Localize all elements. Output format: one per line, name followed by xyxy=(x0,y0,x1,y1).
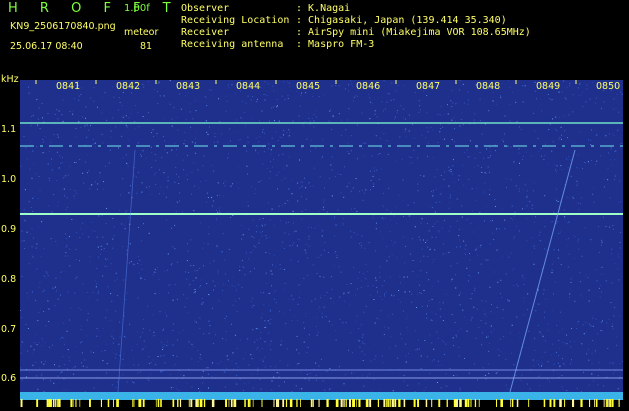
y-unit-label: kHz xyxy=(1,74,19,85)
drift-trace-1 xyxy=(510,150,575,392)
x-tick-0842: 0842 xyxy=(116,81,140,92)
echo-strip-svg xyxy=(20,399,623,407)
spectrogram-svg xyxy=(20,80,623,392)
app-version: 1.00f xyxy=(124,3,150,15)
info-key-location: Receiving Location xyxy=(181,15,289,27)
x-tick-0849: 0849 xyxy=(536,81,560,92)
info-key-receiver: Receiver xyxy=(181,27,229,39)
x-tick-0846: 0846 xyxy=(356,81,380,92)
x-tick-0844: 0844 xyxy=(236,81,260,92)
x-tick-0845: 0845 xyxy=(296,81,320,92)
meteor-echo-strip xyxy=(20,392,623,400)
header-panel: H R O F F T 1.00f KN9_2506170840.png met… xyxy=(0,0,629,80)
meteor-count: 81 xyxy=(140,41,152,53)
app-logo: H R O F F T xyxy=(8,1,180,16)
file-name: KN9_2506170840.png xyxy=(10,21,116,33)
x-tick-0843: 0843 xyxy=(176,81,200,92)
x-tick-0850: 0850 xyxy=(596,81,620,92)
y-tick-5: 0.7 xyxy=(1,324,16,335)
drift-trace-2 xyxy=(118,150,135,392)
y-tick-3: 0.9 xyxy=(1,224,16,235)
x-tick-0841: 0841 xyxy=(56,81,80,92)
info-value-receiver: : AirSpy mini (Miakejima VOR 108.65MHz) xyxy=(296,27,531,39)
file-datetime: 25.06.17 08:40 xyxy=(10,41,83,53)
x-tick-0848: 0848 xyxy=(476,81,500,92)
right-border xyxy=(623,80,629,400)
info-value-location: : Chigasaki, Japan (139.414 35.340) xyxy=(296,15,507,27)
x-tick-0847: 0847 xyxy=(416,81,440,92)
info-value-antenna: : Maspro FM-3 xyxy=(296,39,374,51)
spectrogram-plot xyxy=(20,80,623,392)
noise-speckle xyxy=(20,80,623,392)
y-tick-2: 1.0 xyxy=(1,174,16,185)
y-tick-4: 0.8 xyxy=(1,274,16,285)
info-key-antenna: Receiving antenna xyxy=(181,39,283,51)
y-tick-1: 1.1 xyxy=(1,124,16,135)
y-tick-6: 0.6 xyxy=(1,373,16,384)
meteor-label: meteor xyxy=(124,27,158,39)
info-value-observer: : K.Nagai xyxy=(296,3,350,15)
info-key-observer: Observer xyxy=(181,3,229,15)
